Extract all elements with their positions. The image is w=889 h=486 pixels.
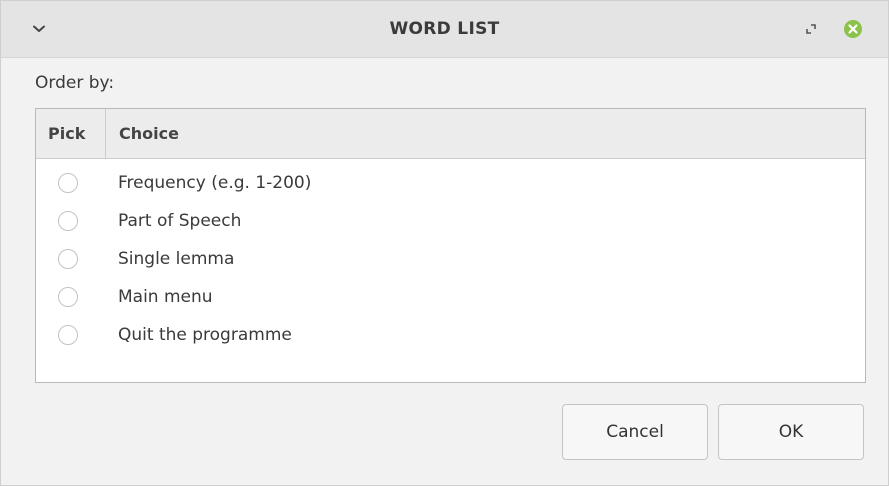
radio-main-menu[interactable] (58, 287, 78, 307)
window-title: WORD LIST (389, 19, 500, 39)
choice-label: Part of Speech (118, 211, 242, 231)
radio-part-of-speech[interactable] (58, 211, 78, 231)
choice-table: Pick Choice Frequency (e.g. 1-200) Part … (35, 108, 866, 383)
radio-frequency[interactable] (58, 173, 78, 193)
radio-quit[interactable] (58, 325, 78, 345)
radio-single-lemma[interactable] (58, 249, 78, 269)
close-icon[interactable] (841, 17, 865, 41)
choice-label: Single lemma (118, 249, 235, 269)
dialog-window: WORD LIST Order by: Pick Choice Frequenc… (0, 0, 889, 486)
choice-label: Quit the programme (118, 325, 292, 345)
column-header-pick[interactable]: Pick (36, 109, 106, 158)
cancel-button[interactable]: Cancel (562, 404, 708, 460)
titlebar: WORD LIST (1, 1, 888, 58)
table-row[interactable]: Part of Speech (36, 202, 865, 240)
column-header-choice[interactable]: Choice (107, 109, 179, 158)
choice-label: Main menu (118, 287, 213, 307)
order-by-label: Order by: (35, 73, 115, 93)
table-row[interactable]: Main menu (36, 278, 865, 316)
choice-label: Frequency (e.g. 1-200) (118, 173, 312, 193)
table-row[interactable]: Quit the programme (36, 316, 865, 354)
table-header: Pick Choice (36, 109, 865, 159)
table-row[interactable]: Frequency (e.g. 1-200) (36, 164, 865, 202)
ok-button[interactable]: OK (718, 404, 864, 460)
restore-icon[interactable] (801, 19, 821, 39)
table-row[interactable]: Single lemma (36, 240, 865, 278)
